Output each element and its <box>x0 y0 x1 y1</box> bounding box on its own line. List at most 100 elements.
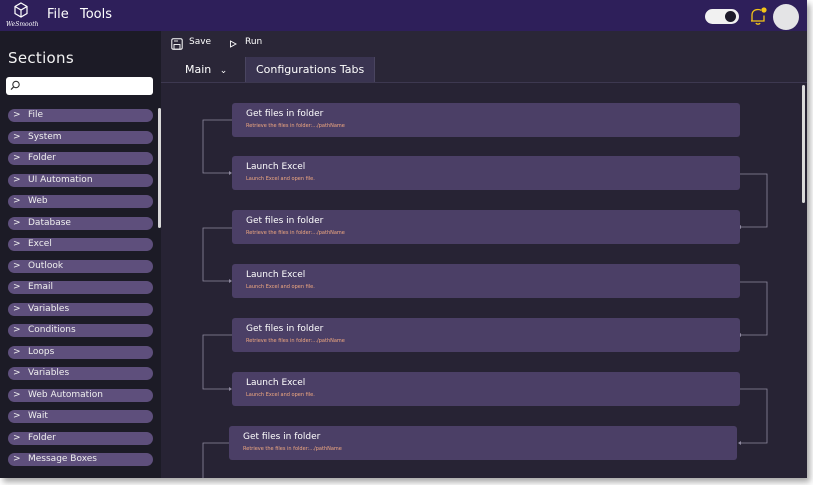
sidebar-item-label: Variables <box>28 368 70 378</box>
flow-node[interactable]: Get files in folder Retrieve the files in… <box>232 210 740 244</box>
sidebar-item-label: UI Automation <box>28 174 93 185</box>
chevron-right-icon: > <box>13 153 21 163</box>
theme-toggle[interactable] <box>705 9 739 24</box>
logo-text: WeSmooth <box>6 21 39 28</box>
sidebar-item[interactable]: > Database <box>8 216 153 230</box>
toggle-knob <box>725 11 736 22</box>
sidebar-item[interactable]: > Outlook <box>8 259 153 273</box>
flow-node-description: Launch Excel and open file. <box>246 284 315 290</box>
avatar[interactable] <box>773 4 799 30</box>
tab-configurations-label: Configurations Tabs <box>256 63 365 76</box>
chevron-right-icon: > <box>13 174 21 185</box>
sidebar-item-label: Message Boxes <box>28 454 97 464</box>
sidebar-item[interactable]: > Folder <box>8 152 153 165</box>
flow-node-title: Get files in folder <box>243 432 321 442</box>
chevron-down-icon: ⌄ <box>219 66 228 76</box>
flow-node[interactable]: Launch Excel Launch Excel and open file. <box>232 156 740 190</box>
sidebar-item[interactable]: > Email <box>8 281 153 294</box>
sidebar-item[interactable]: > Web <box>8 195 153 208</box>
app-window: WeSmooth File Tools Sections > File > Syste… <box>0 0 807 478</box>
chevron-right-icon: > <box>13 389 21 400</box>
sidebar-item[interactable]: > Folder <box>8 431 153 445</box>
sidebar-item-label: Wait <box>28 411 48 421</box>
tab-main-label: Main <box>185 63 212 76</box>
sidebar-item[interactable]: > System <box>8 130 153 144</box>
flow-node[interactable]: Launch Excel Launch Excel and open file. <box>232 264 740 298</box>
sidebar-item[interactable]: > Web Automation <box>8 388 153 402</box>
save-icon[interactable] <box>171 38 183 50</box>
sidebar-item[interactable]: > Wait <box>8 410 153 423</box>
sidebar: Sections > File > System > Folder > UI Automati… <box>0 31 161 478</box>
search-icon <box>10 80 20 91</box>
chevron-right-icon: > <box>13 217 21 228</box>
flow-node-description: Retrieve the files in folder:.../pathNam… <box>243 446 342 452</box>
menu-file[interactable]: File <box>47 7 69 22</box>
chevron-right-icon: > <box>13 325 21 335</box>
sidebar-item-label: System <box>28 131 62 142</box>
sidebar-item[interactable]: > Variables <box>8 302 153 316</box>
sidebar-item-label: Web <box>28 196 48 206</box>
flow-node[interactable]: Get files in folder Retrieve the files in… <box>232 103 740 137</box>
chevron-right-icon: > <box>13 346 21 357</box>
top-bar: WeSmooth File Tools <box>0 0 807 31</box>
sidebar-title: Sections <box>8 49 74 67</box>
sidebar-item[interactable]: > Loops <box>8 345 153 359</box>
sidebar-item-label: Folder <box>28 153 56 163</box>
chevron-right-icon: > <box>13 411 21 421</box>
save-button[interactable]: Save <box>189 37 211 47</box>
flow-node-title: Launch Excel <box>246 162 306 172</box>
chevron-right-icon: > <box>13 303 21 314</box>
logo-icon <box>14 2 28 18</box>
toolbar: Save Run <box>161 31 807 57</box>
sidebar-item[interactable]: > File <box>8 109 153 122</box>
sidebar-item-label: Excel <box>28 239 52 249</box>
flow-node-title: Launch Excel <box>246 270 306 280</box>
sidebar-item[interactable]: > Conditions <box>8 324 153 337</box>
flow-node[interactable]: Launch Excel Launch Excel and open file. <box>232 372 740 406</box>
run-icon[interactable] <box>229 40 237 48</box>
flow-node-description: Retrieve the files in folder:.../pathNam… <box>246 123 345 129</box>
flow-node-description: Launch Excel and open file. <box>246 176 315 182</box>
flow-node-title: Get files in folder <box>246 109 324 119</box>
chevron-right-icon: > <box>13 260 21 271</box>
sidebar-item-label: Variables <box>28 303 70 314</box>
flow-node-description: Retrieve the files in folder:.../pathNam… <box>246 338 345 344</box>
sidebar-item[interactable]: > Excel <box>8 238 153 251</box>
sidebar-item[interactable]: > UI Automation <box>8 173 153 187</box>
canvas-scrollbar[interactable] <box>802 85 805 203</box>
tab-configurations[interactable]: Configurations Tabs <box>245 57 376 82</box>
chevron-right-icon: > <box>13 368 21 378</box>
sidebar-item-label: Conditions <box>28 325 76 335</box>
sidebar-item-label: Folder <box>28 432 56 443</box>
chevron-right-icon: > <box>13 239 21 249</box>
run-button[interactable]: Run <box>245 37 262 47</box>
notification-bell-icon[interactable] <box>749 6 767 26</box>
chevron-right-icon: > <box>13 131 21 142</box>
flow-node-title: Get files in folder <box>246 216 324 226</box>
chevron-right-icon: > <box>13 110 21 120</box>
flow-node[interactable]: Get files in folder Retrieve the files in… <box>229 426 737 460</box>
chevron-right-icon: > <box>13 454 21 464</box>
sidebar-item-label: Email <box>28 282 53 292</box>
app-logo[interactable]: WeSmooth <box>6 2 40 30</box>
tab-bar: Main ⌄ Configurations Tabs <box>161 57 807 83</box>
search-input[interactable] <box>6 77 153 95</box>
chevron-right-icon: > <box>13 196 21 206</box>
flow-canvas[interactable]: Get files in folder Retrieve the files in… <box>161 83 807 478</box>
sidebar-item-label: File <box>28 110 44 120</box>
menu-tools[interactable]: Tools <box>80 7 112 22</box>
sidebar-item-label: Outlook <box>28 260 64 271</box>
flow-node-title: Get files in folder <box>246 324 324 334</box>
sidebar-item-label: Loops <box>28 346 55 357</box>
flow-node-title: Launch Excel <box>246 378 306 388</box>
flow-node-description: Retrieve the files in folder:.../pathNam… <box>246 230 345 236</box>
sidebar-item[interactable]: > Variables <box>8 367 153 380</box>
sidebar-item[interactable]: > Message Boxes <box>8 453 153 466</box>
flow-node[interactable]: Get files in folder Retrieve the files in… <box>232 318 740 352</box>
flow-node-description: Launch Excel and open file. <box>246 392 315 398</box>
sidebar-item-label: Web Automation <box>28 389 103 400</box>
sidebar-item-label: Database <box>28 217 71 228</box>
tab-main[interactable]: Main ⌄ <box>185 57 227 82</box>
chevron-right-icon: > <box>13 432 21 443</box>
chevron-right-icon: > <box>13 282 21 292</box>
